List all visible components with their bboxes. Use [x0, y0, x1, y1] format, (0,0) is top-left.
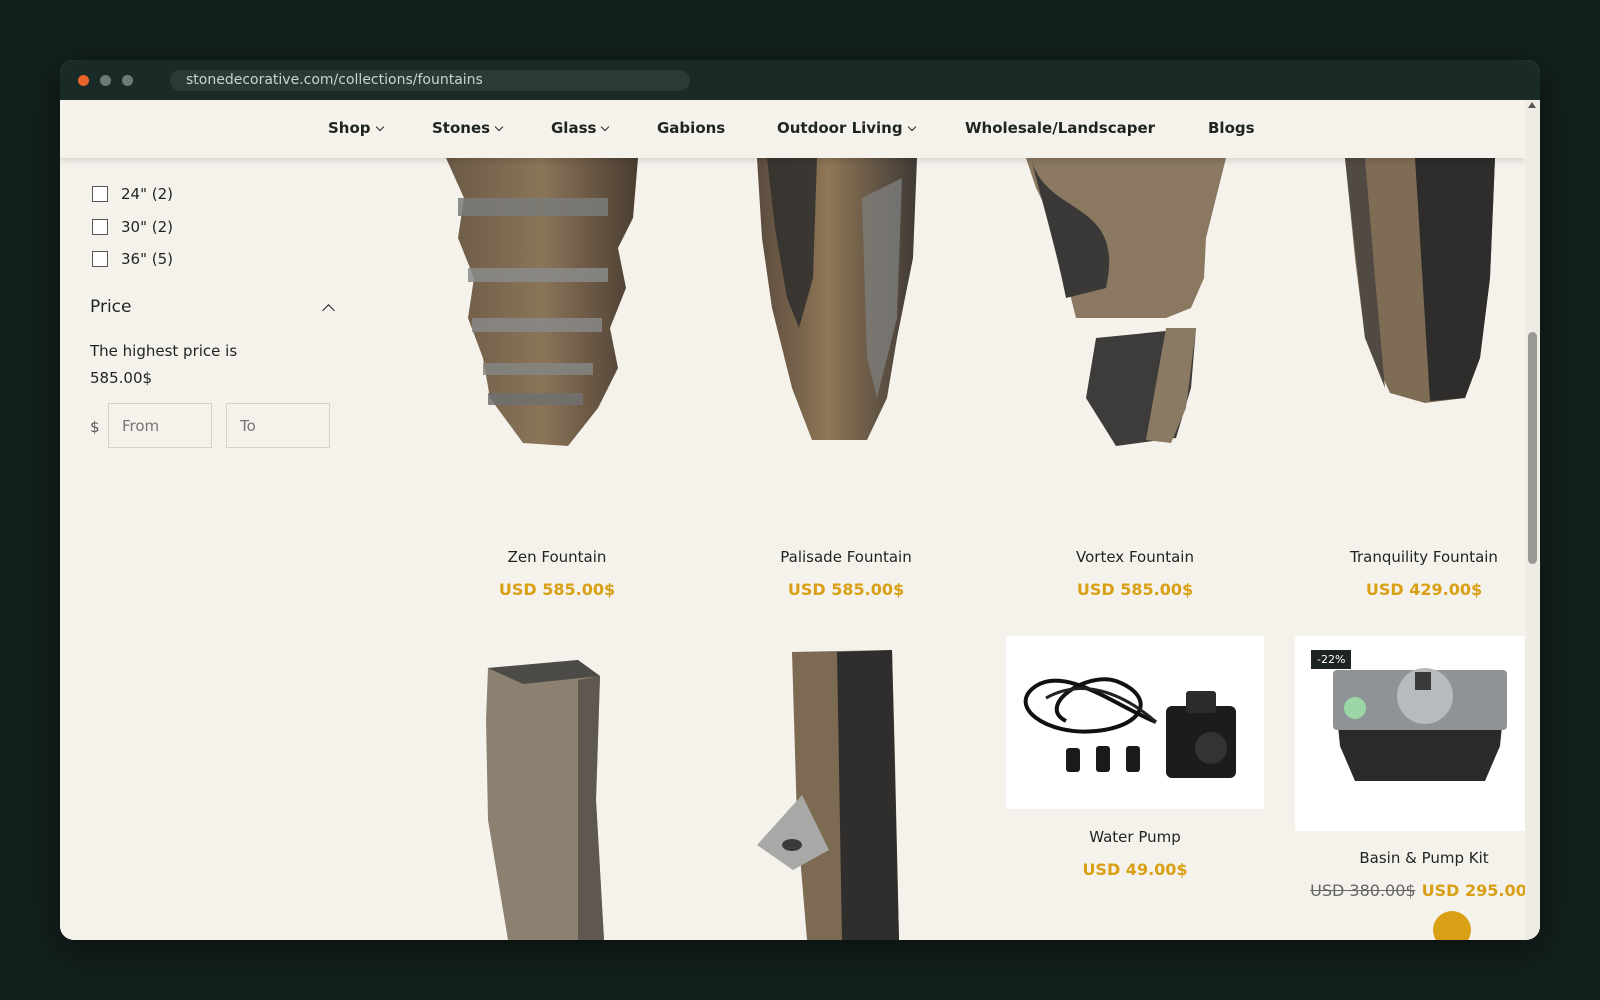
price-note: The highest price is 585.00$ [90, 342, 238, 387]
product-image[interactable] [428, 158, 686, 458]
price-from-input[interactable] [108, 403, 212, 448]
nav-wholesale[interactable]: Wholesale/Landscaper [965, 119, 1155, 137]
minimize-window-button[interactable] [100, 75, 111, 86]
sale-price: USD 295.00$ [1421, 881, 1525, 900]
filter-option[interactable]: 36" (5) [92, 249, 173, 269]
scrollbar-thumb[interactable] [1528, 332, 1537, 564]
discount-badge: -22% [1311, 650, 1352, 669]
nav-stones-label: Stones [432, 119, 491, 137]
address-bar[interactable]: stonedecorative.com/collections/fountain… [170, 70, 690, 91]
nav-gabions[interactable]: Gabions [657, 119, 725, 137]
filter-label: 36" (5) [121, 250, 174, 268]
product-image[interactable] [717, 158, 975, 458]
filter-checkbox[interactable] [92, 251, 108, 267]
filter-option[interactable]: 30" (2) [92, 217, 173, 237]
product-image[interactable] [1006, 636, 1264, 809]
nav-glass-label: Glass [551, 119, 597, 137]
price-filter-heading[interactable]: Price [90, 297, 131, 317]
product-title[interactable]: Palisade Fountain [717, 548, 975, 566]
product-title[interactable]: Zen Fountain [428, 548, 686, 566]
product-title[interactable]: Basin & Pump Kit [1295, 849, 1525, 867]
scroll-up-arrow-icon[interactable] [1528, 102, 1536, 108]
back-to-top-button[interactable] [1433, 911, 1471, 940]
product-price: USD 585.00$ [787, 580, 905, 599]
browser-window: stonedecorative.com/collections/fountain… [60, 60, 1540, 940]
product-price: USD 585.00$ [1076, 580, 1194, 599]
chevron-down-icon [601, 122, 610, 132]
product-image[interactable]: -22% [1295, 636, 1525, 831]
product-image[interactable] [428, 640, 686, 940]
page-viewport: Shop Stones Glass Gabions Outdoor Living… [60, 100, 1525, 940]
maximize-window-button[interactable] [122, 75, 133, 86]
nav-blogs-label: Blogs [1208, 119, 1255, 137]
close-window-button[interactable] [78, 75, 89, 86]
product-price: USD 429.00$ [1365, 580, 1483, 599]
currency-symbol: $ [90, 418, 100, 436]
chevron-down-icon [494, 122, 504, 132]
nav-gabions-label: Gabions [657, 119, 726, 137]
product-image[interactable] [1295, 158, 1525, 458]
chevron-down-icon [375, 122, 384, 132]
nav-outdoor-living-label: Outdoor Living [777, 119, 903, 137]
nav-blogs[interactable]: Blogs [1208, 119, 1255, 137]
nav-outdoor-living[interactable]: Outdoor Living [777, 119, 916, 137]
browser-titlebar: stonedecorative.com/collections/fountain… [60, 60, 1540, 100]
chevron-up-icon[interactable] [322, 304, 335, 317]
product-image[interactable] [1006, 158, 1264, 458]
filter-option[interactable]: 24" (2) [92, 184, 173, 204]
filter-label: 30" (2) [121, 218, 174, 236]
product-price: USD 49.00$ [1082, 860, 1188, 879]
main-nav: Shop Stones Glass Gabions Outdoor Living… [60, 100, 1525, 158]
filter-checkbox[interactable] [92, 219, 108, 235]
nav-shop-label: Shop [328, 119, 371, 137]
filter-label: 24" (2) [121, 185, 174, 203]
nav-glass[interactable]: Glass [551, 119, 610, 137]
nav-shop[interactable]: Shop [328, 119, 384, 137]
product-title[interactable]: Vortex Fountain [1006, 548, 1264, 566]
price-to-input[interactable] [226, 403, 330, 448]
filter-checkbox[interactable] [92, 186, 108, 202]
product-title[interactable]: Tranquility Fountain [1295, 548, 1525, 566]
product-price: USD 380.00$ USD 295.00$ [1295, 881, 1525, 900]
nav-stones[interactable]: Stones [432, 119, 504, 137]
product-image[interactable] [717, 640, 975, 940]
product-price: USD 585.00$ [498, 580, 616, 599]
original-price: USD 380.00$ [1310, 881, 1416, 900]
chevron-down-icon [907, 122, 916, 132]
product-title[interactable]: Water Pump [1006, 828, 1264, 846]
nav-wholesale-label: Wholesale/Landscaper [965, 119, 1156, 137]
vertical-scrollbar[interactable] [1525, 100, 1540, 940]
